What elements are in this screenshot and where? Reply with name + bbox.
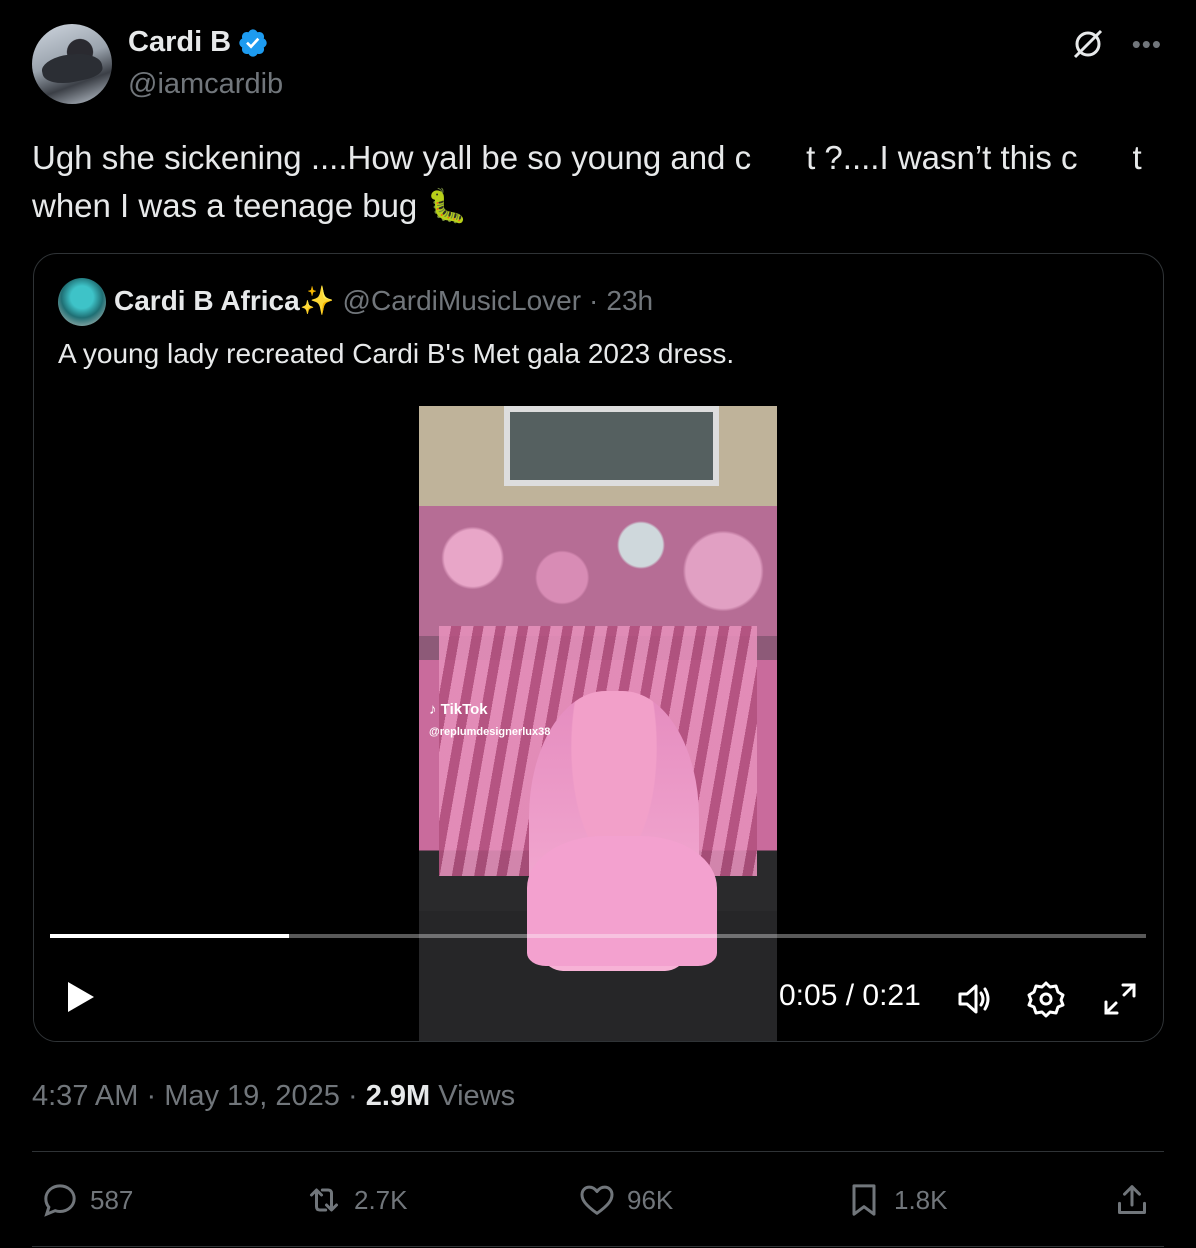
tiktok-watermark-handle: @replumdesignerlux38 [429, 726, 551, 738]
video-controls: 0:05 / 0:21 [34, 953, 1162, 1041]
separator-dot: · [347, 1080, 366, 1112]
reply-button[interactable]: 587 [40, 1170, 133, 1230]
video-player[interactable]: ♪ TikTok @replumdesignerlux38 0:05 / 0:2… [34, 388, 1162, 1041]
video-progress-bar[interactable] [50, 934, 1146, 938]
tweet-date[interactable]: May 19, 2025 [164, 1080, 340, 1112]
quoted-tweet-card[interactable]: Cardi B Africa✨ @CardiMusicLover · 23h A… [33, 253, 1164, 1042]
separator-dot: · [589, 285, 599, 316]
reply-count: 587 [90, 1184, 134, 1215]
verified-badge-icon [239, 28, 267, 57]
frame-balloons [419, 506, 777, 636]
quoted-author-name: Cardi B Africa✨ [114, 285, 335, 316]
quoted-tweet-time: 23h [606, 285, 654, 316]
tweet-action-bar: 587 2.7K 96K 1.8K [32, 1170, 1164, 1230]
video-frame: ♪ TikTok @replumdesignerlux38 [419, 406, 777, 1041]
more-options-icon[interactable]: ••• [1132, 26, 1162, 62]
video-progress-fill [50, 934, 289, 938]
author-name[interactable]: Cardi B [128, 26, 231, 59]
settings-gear-icon[interactable] [1026, 979, 1066, 1019]
quoted-author-handle: @CardiMusicLover [342, 285, 582, 316]
video-time: 0:05 / 0:21 [779, 979, 921, 1012]
volume-muted-icon[interactable] [954, 979, 994, 1019]
reply-icon [44, 1184, 76, 1217]
tweet-time[interactable]: 4:37 AM [32, 1080, 138, 1112]
repost-icon [310, 1188, 338, 1212]
bookmark-icon [852, 1184, 876, 1216]
grok-icon[interactable] [1070, 26, 1106, 62]
bookmark-button[interactable]: 1.8K [844, 1170, 948, 1230]
author-name-row: Cardi B [128, 26, 269, 59]
frame-window [504, 406, 719, 486]
tweet-top-actions: ••• [1070, 26, 1162, 62]
repost-count: 2.7K [354, 1184, 408, 1215]
quoted-tweet-header: Cardi B Africa✨ @CardiMusicLover · 23h [114, 284, 653, 317]
author-handle[interactable]: @iamcardib [128, 68, 283, 101]
divider-top [32, 1151, 1164, 1152]
repost-button[interactable]: 2.7K [304, 1170, 408, 1230]
tiktok-watermark: ♪ TikTok [429, 701, 488, 718]
quoted-tweet-text: A young lady recreated Cardi B's Met gal… [58, 338, 735, 369]
tweet-text-line-1: Ugh she sickening ....How yall be so you… [32, 139, 1142, 176]
share-button[interactable] [1112, 1170, 1152, 1230]
fullscreen-icon[interactable] [1100, 979, 1140, 1019]
views-label: Views [438, 1080, 516, 1112]
play-icon[interactable] [60, 977, 100, 1017]
quoted-author-avatar [58, 278, 106, 326]
frame-gown [527, 836, 717, 966]
tweet-meta: 4:37 AM · May 19, 2025 · 2.9M Views [32, 1080, 515, 1113]
share-icon [1118, 1185, 1146, 1214]
separator-dot: · [146, 1080, 165, 1112]
like-count: 96K [627, 1184, 674, 1215]
views-count: 2.9M [365, 1080, 431, 1112]
heart-icon [580, 1185, 614, 1215]
tweet-text: Ugh she sickening ....How yall be so you… [32, 134, 1172, 230]
like-button[interactable]: 96K [577, 1170, 673, 1230]
bookmark-count: 1.8K [894, 1184, 948, 1215]
author-avatar[interactable] [32, 24, 112, 104]
tweet-text-line-2: when I was a teenage bug 🐛 [32, 187, 468, 224]
divider-bottom [32, 1246, 1164, 1247]
